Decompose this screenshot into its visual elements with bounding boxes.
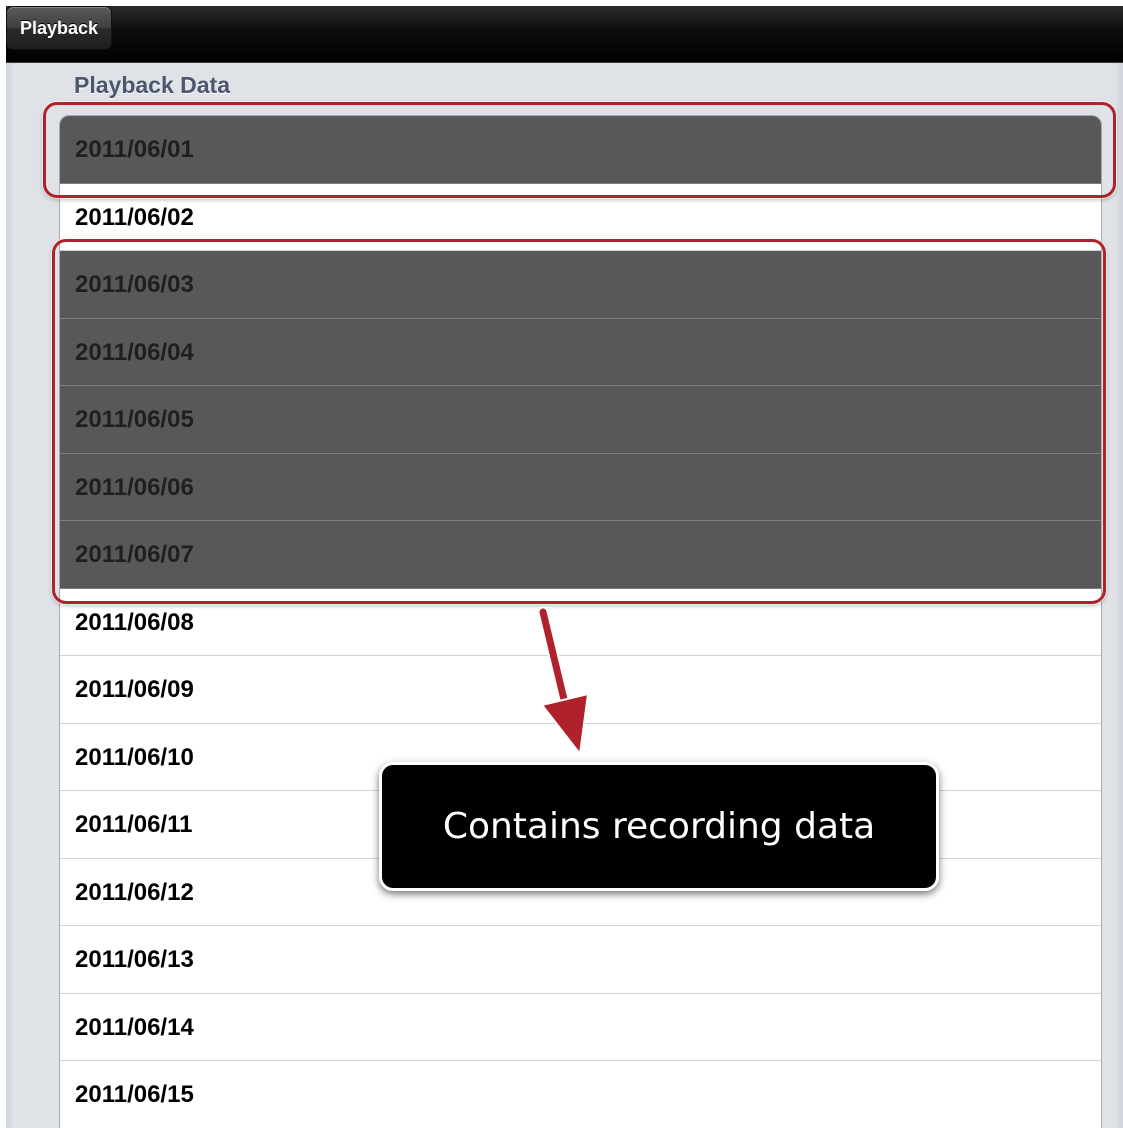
- list-item-date[interactable]: 2011/06/04: [60, 318, 1101, 386]
- ipad-screen: Playback Playback Data 2011/06/01 2011/0…: [6, 6, 1123, 1128]
- list-item-date[interactable]: 2011/06/07: [60, 521, 1101, 589]
- playback-back-button[interactable]: Playback: [6, 6, 112, 50]
- list-item-date[interactable]: 2011/06/13: [60, 926, 1101, 994]
- list-item-date[interactable]: 2011/06/02: [60, 184, 1101, 251]
- list-item-date[interactable]: 2011/06/06: [60, 453, 1101, 521]
- list-item-date[interactable]: 2011/06/05: [60, 386, 1101, 454]
- list-item-date[interactable]: 2011/06/03: [60, 251, 1101, 319]
- list-item-date[interactable]: 2011/06/14: [60, 994, 1101, 1061]
- section-header-playback-data: Playback Data: [74, 72, 230, 98]
- annotation-arrow-icon: [537, 606, 589, 755]
- callout-tooltip: Contains recording data: [379, 762, 939, 891]
- list-item-date[interactable]: 2011/06/15: [60, 1061, 1101, 1128]
- list-item-date[interactable]: 2011/06/01: [60, 116, 1101, 184]
- navigation-bar: Playback: [6, 6, 1123, 63]
